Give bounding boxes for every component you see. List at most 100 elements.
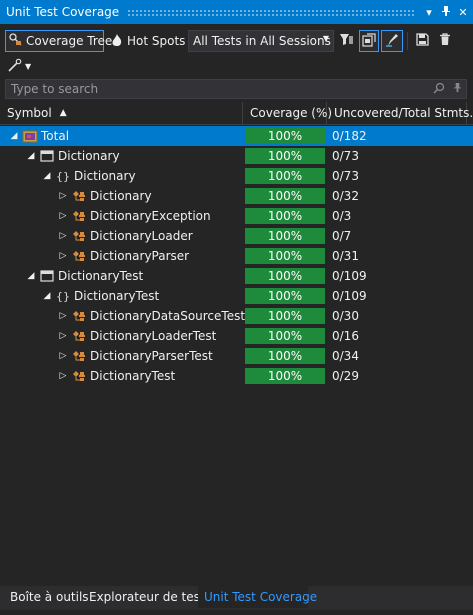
window-position-dropdown-icon[interactable]: ▾ <box>422 6 436 19</box>
hot-spots-button[interactable]: Hot Spots <box>108 30 186 52</box>
highlight-code-button[interactable] <box>359 30 379 52</box>
bottom-tab[interactable]: Boîte à outils <box>4 586 89 608</box>
uncovered-stmts: 0/16 <box>332 329 359 343</box>
pin-icon[interactable] <box>439 5 453 20</box>
tree-row[interactable]: ◢{} DictionaryTest 100% 0/109 <box>0 286 473 306</box>
coverage-bar: 100% <box>245 168 325 184</box>
options-dropdown-button[interactable]: ▼ <box>7 55 37 77</box>
uncovered-stmts: 0/7 <box>332 229 352 243</box>
tree-row[interactable]: ▷ DictionaryDataSourceTest 100% 0/30 <box>0 306 473 326</box>
toolbar-separator <box>407 32 408 50</box>
coverage-bar: 100% <box>245 348 325 364</box>
search-box <box>5 79 467 99</box>
collapse-arrow-icon[interactable]: ◢ <box>41 171 53 181</box>
flame-icon <box>111 33 123 50</box>
column-header-symbol-label: Symbol <box>7 106 52 120</box>
coverage-bar: 100% <box>245 128 325 144</box>
collapse-arrow-icon[interactable]: ◢ <box>25 271 37 281</box>
tree-row-label: DictionaryTest <box>58 269 144 283</box>
coverage-bar: 100% <box>245 368 325 384</box>
column-header-uncovered[interactable]: Uncovered/Total Stmts. <box>327 102 473 124</box>
bottom-tab[interactable]: Unit Test Coverage <box>198 586 317 608</box>
tree-row-label: DictionaryLoader <box>90 229 193 243</box>
search-input[interactable] <box>6 81 430 97</box>
class-icon <box>71 348 87 364</box>
tree-row[interactable]: ▷ DictionaryParserTest 100% 0/34 <box>0 346 473 366</box>
class-icon <box>71 308 87 324</box>
highlight-code-icon <box>362 32 376 50</box>
pin-search-icon[interactable] <box>448 82 466 96</box>
tool-window-titlebar[interactable]: Unit Test Coverage ▾ ✕ <box>0 0 473 24</box>
delete-button[interactable] <box>435 30 455 52</box>
chevron-down-icon: ▼ <box>25 61 32 71</box>
coverage-bar: 100% <box>245 228 325 244</box>
coverage-bar: 100% <box>245 248 325 264</box>
collapse-arrow-icon[interactable]: ◢ <box>41 291 53 301</box>
svg-text:{}: {} <box>56 170 70 183</box>
uncovered-stmts: 0/31 <box>332 249 359 263</box>
expand-arrow-icon[interactable]: ▷ <box>57 251 69 261</box>
search-icon[interactable] <box>430 82 448 97</box>
expand-arrow-icon[interactable]: ▷ <box>57 371 69 381</box>
expand-arrow-icon[interactable]: ▷ <box>57 211 69 221</box>
coverage-bar: 100% <box>245 308 325 324</box>
show-covering-tests-button[interactable] <box>381 30 403 52</box>
collapse-arrow-icon[interactable]: ◢ <box>8 131 20 141</box>
save-button[interactable] <box>412 30 432 52</box>
uncovered-stmts: 0/109 <box>332 269 367 283</box>
close-icon[interactable]: ✕ <box>456 6 470 19</box>
uncovered-stmts: 0/73 <box>332 149 359 163</box>
expand-arrow-icon[interactable]: ▷ <box>57 351 69 361</box>
coverage-tree-icon <box>9 32 23 50</box>
tree-row-symbol: ◢ DictionaryTest <box>0 266 267 286</box>
expand-arrow-icon[interactable]: ▷ <box>57 331 69 341</box>
tree-row-symbol: ◢{} DictionaryTest <box>0 286 283 306</box>
column-header-coverage[interactable]: Coverage (%) <box>243 102 332 124</box>
tree-row-symbol: ◢{} Dictionary <box>0 166 283 186</box>
tree-row-symbol: ◢ Total <box>0 126 250 146</box>
uncovered-stmts: 0/34 <box>332 349 359 363</box>
coverage-bar: 100% <box>245 148 325 164</box>
collapse-arrow-icon[interactable]: ◢ <box>25 151 37 161</box>
tree-row[interactable]: ◢{} Dictionary 100% 0/73 <box>0 166 473 186</box>
expand-arrow-icon[interactable]: ▷ <box>57 311 69 321</box>
tree-row-label: Dictionary <box>58 149 120 163</box>
tree-row-label: DictionaryLoaderTest <box>90 329 217 343</box>
tree-row[interactable]: ▷ DictionaryLoaderTest 100% 0/16 <box>0 326 473 346</box>
coverage-tree-label: Coverage Tree <box>26 34 113 48</box>
expand-arrow-icon[interactable]: ▷ <box>57 231 69 241</box>
uncovered-stmts: 0/32 <box>332 189 359 203</box>
tree-row-label: Dictionary <box>74 169 136 183</box>
save-icon <box>415 33 429 49</box>
tree-row[interactable]: ▷ Dictionary 100% 0/32 <box>0 186 473 206</box>
coverage-bar: 100% <box>245 328 325 344</box>
tree-row[interactable]: ◢ Total 100% 0/182 <box>0 126 473 146</box>
tree-row[interactable]: ◢ Dictionary 100% 0/73 <box>0 146 473 166</box>
column-header-coverage-label: Coverage (%) <box>250 106 333 120</box>
uncovered-stmts: 0/109 <box>332 289 367 303</box>
bottom-tab[interactable]: Explorateur de tests <box>83 586 211 608</box>
tree-row[interactable]: ▷ DictionaryException 100% 0/3 <box>0 206 473 226</box>
coverage-tree-button[interactable]: Coverage Tree <box>5 30 112 52</box>
tree-row-label: DictionaryParserTest <box>90 349 213 363</box>
tree-row[interactable]: ◢ DictionaryTest 100% 0/109 <box>0 266 473 286</box>
coverage-bar: 100% <box>245 188 325 204</box>
tree-row-label: DictionaryTest <box>90 369 176 383</box>
class-icon <box>71 248 87 264</box>
session-combo[interactable]: All Tests in All Sessions ▼ <box>188 30 334 52</box>
expand-arrow-icon[interactable]: ▷ <box>57 191 69 201</box>
tree-row-label: DictionaryDataSourceTest <box>90 309 246 323</box>
filter-button[interactable] <box>337 30 357 52</box>
tree-row[interactable]: ▷ DictionaryParser 100% 0/31 <box>0 246 473 266</box>
tree-row-symbol: ◢ Dictionary <box>0 146 267 166</box>
tree-row-label: Total <box>41 129 70 143</box>
uncovered-stmts: 0/3 <box>332 209 352 223</box>
tree-row[interactable]: ▷ DictionaryLoader 100% 0/7 <box>0 226 473 246</box>
column-header: Symbol ▲ Coverage (%) Uncovered/Total St… <box>0 102 473 125</box>
column-header-symbol[interactable]: Symbol ▲ <box>0 102 243 124</box>
tree-row[interactable]: ▷ DictionaryTest 100% 0/29 <box>0 366 473 386</box>
solution-icon <box>22 128 38 144</box>
hot-spots-label: Hot Spots <box>127 34 186 48</box>
uncovered-stmts: 0/30 <box>332 309 359 323</box>
coverage-bar: 100% <box>245 208 325 224</box>
